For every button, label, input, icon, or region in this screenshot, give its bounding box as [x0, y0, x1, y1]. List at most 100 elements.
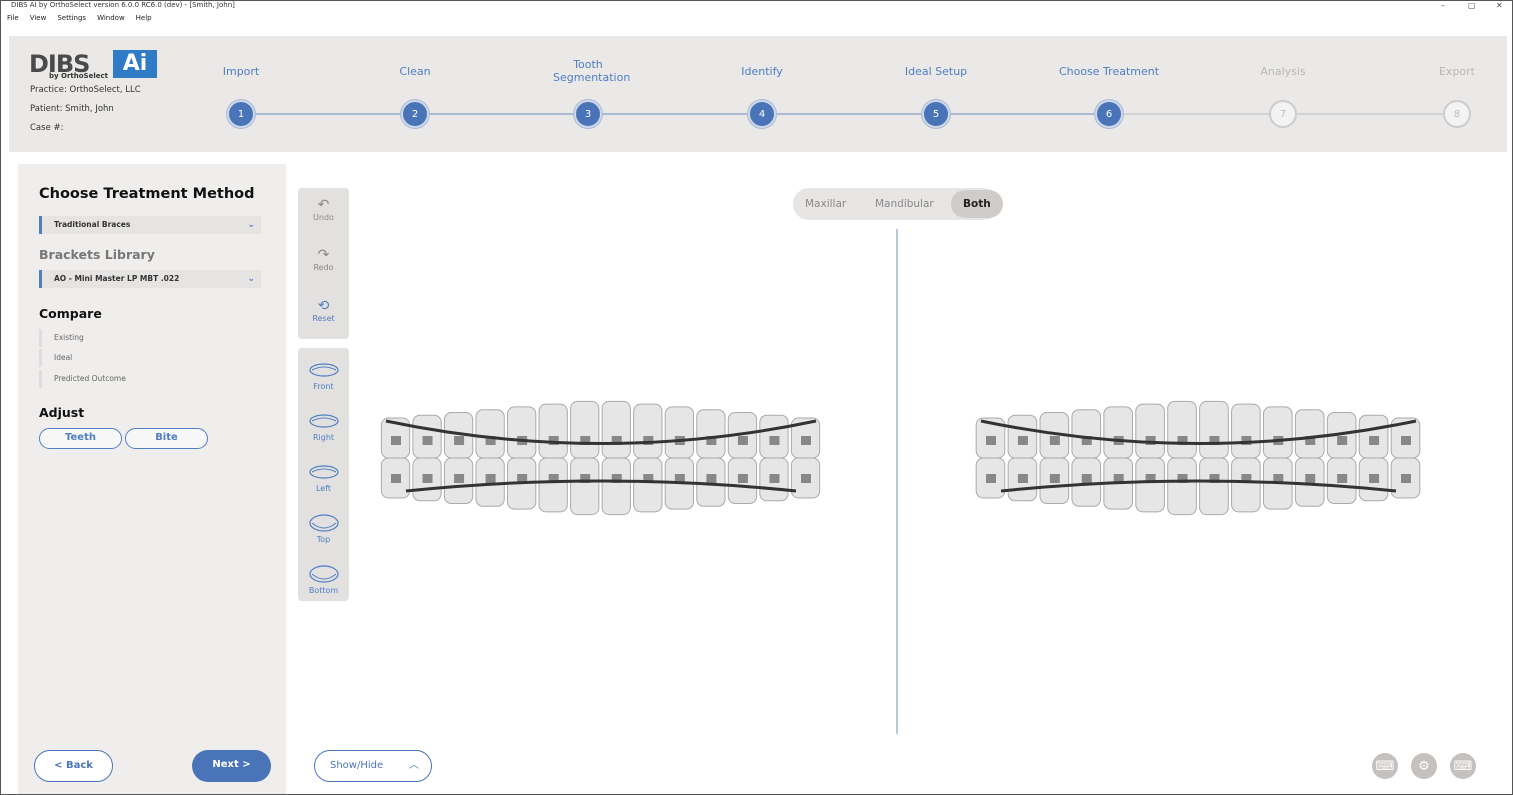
toggle-maxillar[interactable]: Maxillar: [805, 188, 846, 220]
dibs-ai-logo: DIBS Ai by OrthoSelect: [29, 50, 159, 80]
step-label[interactable]: Export: [1397, 65, 1513, 78]
keyboard-icon[interactable]: ⌨: [1450, 753, 1476, 779]
tooth: [570, 400, 600, 459]
menu-help[interactable]: Help: [136, 11, 152, 25]
view-label: Bottom: [308, 586, 339, 595]
step-6-button[interactable]: 6: [1095, 100, 1123, 128]
step-connector: [255, 113, 401, 115]
reset-button[interactable]: ⟲ Reset: [298, 298, 349, 323]
tooth: [1231, 403, 1261, 459]
view-label: Top: [316, 535, 331, 544]
step-label[interactable]: Clean: [355, 65, 475, 78]
bracket: [1369, 436, 1380, 445]
predicted-arch-model[interactable]: [971, 386, 1426, 536]
bracket: [986, 436, 996, 445]
tooth: [633, 403, 663, 459]
step-connector: [950, 113, 1095, 115]
sidebar: Choose Treatment Method Traditional Brac…: [18, 164, 286, 794]
view-label: Left: [315, 484, 332, 493]
step-label[interactable]: Identify: [702, 65, 822, 78]
minimize-button[interactable]: –: [1441, 1, 1445, 10]
bracket: [801, 474, 811, 483]
bracket: [1049, 474, 1060, 483]
tooth: [1135, 403, 1165, 459]
step-4-button[interactable]: 4: [748, 100, 776, 128]
tooth: [633, 457, 663, 513]
menu-bar: File View Settings Window Help: [1, 11, 1513, 25]
view-bottom-button[interactable]: Bottom: [298, 564, 349, 595]
bracket: [1337, 474, 1348, 483]
bracket: [485, 474, 496, 483]
step-5-button[interactable]: 5: [922, 100, 950, 128]
gear-icon[interactable]: ⚙: [1411, 753, 1437, 779]
step-8-button[interactable]: 8: [1443, 100, 1471, 128]
current-arch-model[interactable]: [376, 386, 826, 536]
menu-window[interactable]: Window: [97, 11, 125, 25]
toggle-both[interactable]: Both: [951, 190, 1003, 218]
step-label[interactable]: Analysis: [1223, 65, 1343, 78]
step-label[interactable]: Ideal Setup: [876, 65, 996, 78]
tooth: [1071, 409, 1102, 459]
view-toolbar: Front Right Left Top Bottom: [298, 348, 349, 601]
view-right-button[interactable]: Right: [298, 411, 349, 442]
tooth: [601, 457, 631, 516]
step-label[interactable]: Choose Treatment: [1049, 65, 1169, 78]
show-hide-label: Show/Hide: [330, 760, 384, 771]
treatment-method-dropdown[interactable]: Traditional Braces ⌄: [39, 216, 261, 234]
bracket: [1081, 474, 1092, 483]
menu-view[interactable]: View: [30, 11, 47, 25]
show-hide-button[interactable]: Show/Hide ︿: [314, 750, 432, 782]
compare-title: Compare: [39, 306, 102, 321]
case-label: Case #:: [30, 123, 64, 133]
brackets-library-dropdown[interactable]: AO - Mini Master LP MBT .022 ⌄: [39, 270, 261, 288]
right-view-icon: [308, 414, 339, 428]
bracket: [986, 474, 996, 483]
bracket: [454, 474, 465, 483]
maximize-button[interactable]: ▢: [1468, 1, 1476, 10]
tooth: [538, 403, 568, 459]
step-2-button[interactable]: 2: [401, 100, 429, 128]
compare-ideal[interactable]: Ideal: [39, 349, 239, 367]
undo-button[interactable]: ↶ Undo: [298, 197, 349, 222]
adjust-bite-button[interactable]: Bite: [125, 428, 208, 449]
chevron-down-icon: ⌄: [247, 274, 255, 284]
step-connector: [429, 113, 574, 115]
treatment-method-title: Choose Treatment Method: [39, 186, 255, 202]
window-title: DIBS AI by OrthoSelect version 6.0.0 RC6…: [11, 1, 235, 9]
view-label: Front: [313, 382, 334, 391]
view-top-button[interactable]: Top: [298, 513, 349, 544]
tooth: [1294, 409, 1325, 459]
step-1-button[interactable]: 1: [227, 100, 255, 128]
toggle-mandibular[interactable]: Mandibular: [875, 188, 934, 220]
undo-label: Undo: [313, 213, 334, 222]
close-button[interactable]: ✕: [1496, 1, 1503, 10]
bracket: [1049, 436, 1060, 445]
step-7-button[interactable]: 7: [1269, 100, 1297, 128]
top-view-icon: [308, 514, 339, 532]
tooth: [1199, 400, 1229, 459]
step-connector: [1123, 113, 1269, 115]
compare-predicted-outcome[interactable]: Predicted Outcome: [39, 370, 239, 388]
brackets-library-value: AO - Mini Master LP MBT .022: [54, 274, 180, 283]
back-button[interactable]: < Back: [34, 750, 113, 782]
step-3-button[interactable]: 3: [574, 100, 602, 128]
bracket: [1017, 474, 1028, 483]
step-label[interactable]: Import: [181, 65, 301, 78]
tooth: [664, 406, 694, 459]
step-connector: [1297, 113, 1443, 115]
view-front-button[interactable]: Front: [298, 360, 349, 391]
menu-settings[interactable]: Settings: [57, 11, 86, 25]
adjust-teeth-button[interactable]: Teeth: [39, 428, 122, 449]
bracket: [1369, 474, 1380, 483]
keyboard-icon[interactable]: ⌨: [1372, 753, 1398, 779]
bracket: [422, 474, 433, 483]
menu-file[interactable]: File: [7, 11, 19, 25]
step-label[interactable]: Tooth Segmentation: [553, 58, 630, 84]
redo-button[interactable]: ↷ Redo: [298, 247, 349, 272]
next-button[interactable]: Next >: [192, 750, 271, 782]
tooth: [475, 409, 505, 459]
bracket: [737, 474, 748, 483]
front-view-icon: [308, 363, 339, 377]
compare-existing[interactable]: Existing: [39, 329, 239, 347]
view-left-button[interactable]: Left: [298, 462, 349, 493]
